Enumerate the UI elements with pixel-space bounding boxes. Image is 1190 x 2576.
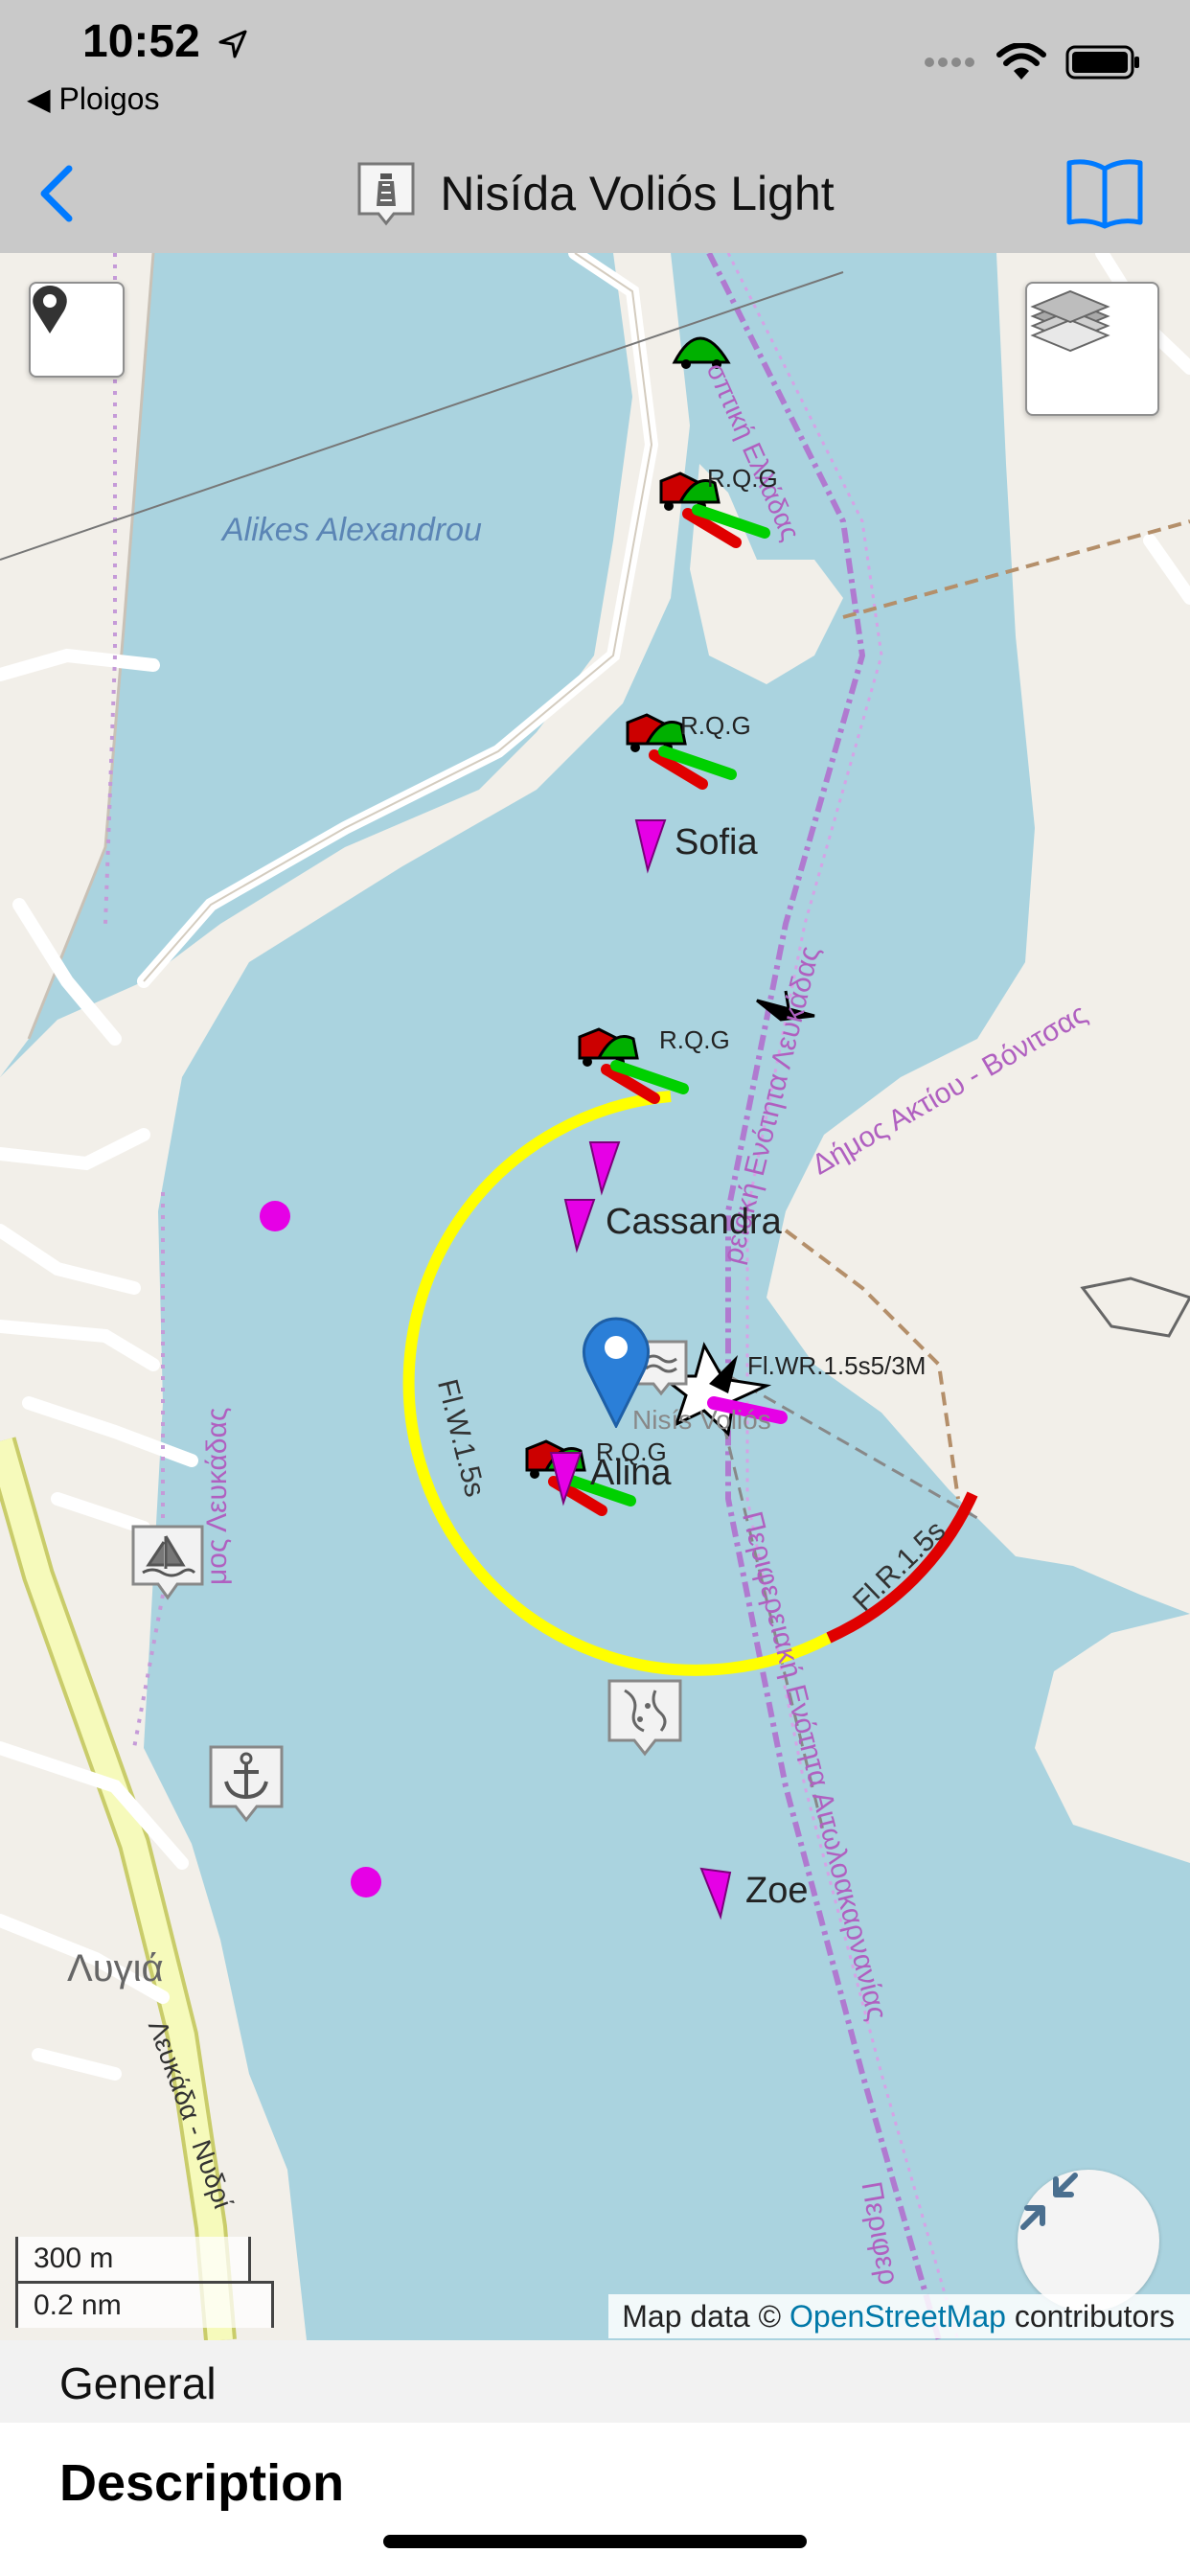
osm-link[interactable]: OpenStreetMap (790, 2299, 1006, 2334)
battery-icon (1065, 45, 1139, 80)
scale-metric: 300 m (15, 2237, 251, 2284)
scale-metric-label: 300 m (34, 2242, 114, 2274)
navigation-bar: Nisída Voliós Light (0, 134, 1190, 254)
land-east-cape (1035, 1614, 1190, 1863)
nav-title-group: Nisída Voliós Light (0, 155, 1190, 232)
map-canvas[interactable] (0, 253, 1190, 2340)
vessel-label-cassandra[interactable]: Cassandra (606, 1202, 782, 1243)
vessel-zoe-icon[interactable] (699, 1867, 732, 1920)
place-label-lygia: Λυγιά (67, 1947, 164, 1990)
collapse-arrows-icon (1020, 2173, 1078, 2230)
general-label: General (59, 2358, 217, 2408)
locate-button[interactable] (29, 282, 125, 378)
book-button[interactable] (1064, 155, 1146, 232)
place-label-alikes: Alikes Alexandrou (222, 512, 482, 548)
time-text: 10:52 (82, 16, 200, 67)
vessel-cassandra-icon[interactable] (563, 1199, 596, 1254)
status-icons (924, 38, 1142, 86)
vessel-icon[interactable] (588, 1141, 621, 1196)
marina-icon[interactable] (129, 1523, 206, 1603)
signal-dots-icon (925, 58, 974, 67)
page-title: Nisída Voliós Light (440, 167, 835, 220)
collapse-map-button[interactable] (1018, 2170, 1159, 2312)
scale-nautical: 0.2 nm (15, 2281, 274, 2328)
layers-icon (1030, 289, 1110, 353)
location-arrow-icon (218, 30, 247, 58)
light-label-2: R.Q.G (680, 711, 751, 740)
home-indicator[interactable] (383, 2535, 807, 2548)
attribution-prefix: Map data © (622, 2299, 790, 2334)
back-to-app-link[interactable]: ◀ Ploigos (27, 80, 159, 117)
status-time: 10:52 (82, 15, 247, 68)
book-icon (1066, 159, 1143, 229)
scale-nautical-label: 0.2 nm (34, 2289, 122, 2321)
description-heading: Description (59, 2454, 345, 2512)
light-label-3: R.Q.G (659, 1025, 730, 1054)
buoy-dot[interactable] (260, 1201, 290, 1231)
status-bar: 10:52 ◀ Ploigos (0, 0, 1190, 134)
road-coast (143, 253, 653, 982)
wifi-icon (996, 43, 1046, 80)
lighthouse-icon (357, 162, 415, 226)
light-characteristic-label: Fl.WR.1.5s5/3M (747, 1351, 927, 1380)
general-section-header: General (0, 2340, 1190, 2423)
vessel-label-zoe[interactable]: Zoe (745, 1871, 808, 1912)
vessel-sofia-icon[interactable] (634, 819, 667, 874)
layers-button[interactable] (1025, 282, 1159, 416)
vessel-label-sofia[interactable]: Sofia (675, 822, 758, 863)
road-label-lefkadas-left: μος Λευκάδας (201, 1407, 233, 1585)
map-view[interactable]: Alikes Alexandrou Λυγιά σπτική Ελλάδας Δ… (0, 253, 1190, 2340)
location-pin-icon (33, 286, 67, 334)
selected-location-pin-icon[interactable] (581, 1315, 652, 1428)
vessel-label-alina[interactable]: Alina (590, 1453, 672, 1494)
scale-bar: 300 m 0.2 nm (15, 2237, 274, 2329)
map-attribution: Map data © OpenStreetMap contributors (608, 2294, 1190, 2338)
light-name-label: Nisís Voliós (632, 1405, 771, 1435)
hazard-info-icon[interactable] (606, 1677, 684, 1760)
land-east (767, 253, 1190, 1614)
buoy-dot[interactable] (351, 1867, 381, 1898)
light-label-1: R.Q.G (707, 464, 778, 493)
attribution-suffix: contributors (1005, 2299, 1175, 2334)
anchorage-icon[interactable] (207, 1743, 286, 1826)
